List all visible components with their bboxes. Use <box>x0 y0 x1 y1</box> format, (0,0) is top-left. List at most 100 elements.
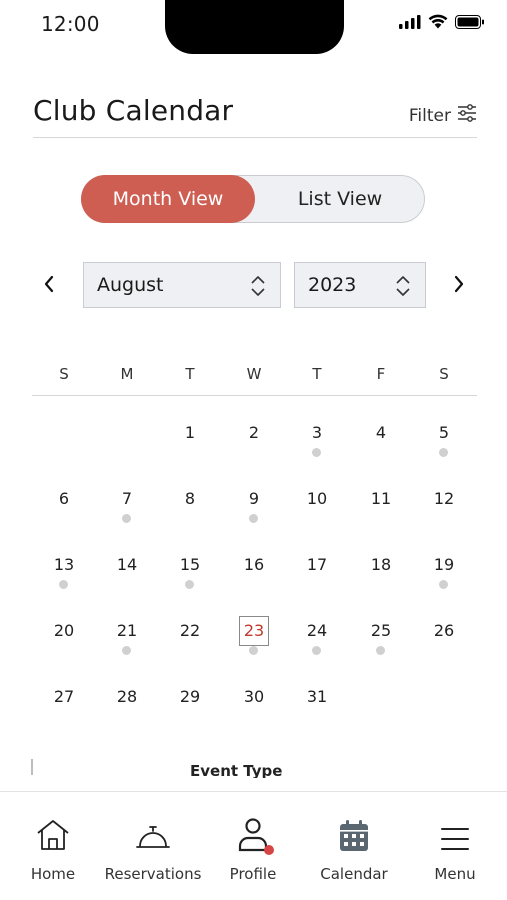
calendar-day[interactable]: 28 <box>107 686 147 708</box>
device-notch <box>165 0 344 54</box>
day-number: 30 <box>243 687 265 706</box>
day-number: 5 <box>438 423 450 442</box>
day-number: 15 <box>179 555 201 574</box>
calendar-day[interactable]: 5 <box>424 422 464 457</box>
day-number: 13 <box>53 555 75 574</box>
calendar-day[interactable]: 9 <box>234 488 274 523</box>
day-number: 14 <box>116 555 138 574</box>
day-number: 11 <box>370 489 392 508</box>
day-number: 7 <box>121 489 133 508</box>
next-month-button[interactable] <box>445 272 473 300</box>
tab-home[interactable]: Home <box>3 814 103 883</box>
day-number: 23 <box>238 616 270 646</box>
event-dot <box>249 514 258 523</box>
tab-calendar[interactable]: Calendar <box>304 814 404 883</box>
calendar-day[interactable]: 15 <box>170 554 210 589</box>
day-number: 1 <box>184 423 196 442</box>
month-view-button[interactable]: Month View <box>81 175 255 223</box>
calendar-day[interactable]: 11 <box>361 488 401 510</box>
event-dot <box>59 580 68 589</box>
battery-icon <box>455 14 485 33</box>
day-number: 2 <box>248 423 260 442</box>
calendar-day[interactable]: 22 <box>170 620 210 642</box>
day-number: 10 <box>306 489 328 508</box>
event-dot <box>185 580 194 589</box>
calendar-day[interactable]: 4 <box>361 422 401 444</box>
calendar-day[interactable]: 18 <box>361 554 401 576</box>
filter-button[interactable]: Filter <box>409 104 477 127</box>
status-icons <box>399 14 485 33</box>
previous-month-button[interactable] <box>35 272 63 300</box>
calendar-day[interactable]: 25 <box>361 620 401 655</box>
weekday-header: S M T W T F S <box>32 352 477 396</box>
day-number: 28 <box>116 687 138 706</box>
calendar-day[interactable]: 6 <box>44 488 84 510</box>
event-dot <box>122 646 131 655</box>
calendar-day[interactable]: 8 <box>170 488 210 510</box>
calendar-day[interactable]: 24 <box>297 620 337 655</box>
sliders-icon <box>457 104 477 127</box>
calendar-day[interactable]: 30 <box>234 686 274 708</box>
day-number: 8 <box>184 489 196 508</box>
calendar-day[interactable]: 3 <box>297 422 337 457</box>
event-type-section: Event Type <box>0 752 507 778</box>
home-icon <box>3 814 103 852</box>
day-number: 27 <box>53 687 75 706</box>
event-dot <box>249 646 258 655</box>
calendar-day[interactable]: 16 <box>234 554 274 576</box>
calendar-day[interactable]: 19 <box>424 554 464 589</box>
calendar-day[interactable]: 20 <box>44 620 84 642</box>
weekday-label: S <box>439 365 449 383</box>
calendar-day[interactable]: 26 <box>424 620 464 642</box>
calendar-day[interactable]: 17 <box>297 554 337 576</box>
profile-icon <box>203 814 303 855</box>
calendar-day[interactable]: 13 <box>44 554 84 589</box>
status-time: 12:00 <box>41 12 100 36</box>
day-number: 6 <box>58 489 70 508</box>
calendar-day[interactable]: 27 <box>44 686 84 708</box>
page-title: Club Calendar <box>33 94 234 127</box>
event-dot <box>439 448 448 457</box>
calendar-day[interactable]: 10 <box>297 488 337 510</box>
weekday-label: T <box>185 365 195 383</box>
year-select-value: 2023 <box>308 274 357 296</box>
year-select[interactable]: 2023 <box>294 262 426 308</box>
calendar-day[interactable]: 2 <box>234 422 274 444</box>
day-number: 17 <box>306 555 328 574</box>
day-number: 31 <box>306 687 328 706</box>
calendar-day[interactable]: 1 <box>170 422 210 444</box>
tab-profile[interactable]: Profile <box>203 814 303 883</box>
tab-menu[interactable]: Menu <box>405 814 505 883</box>
scroll-indicator <box>31 759 33 775</box>
day-number: 9 <box>248 489 260 508</box>
event-dot <box>312 646 321 655</box>
calendar-day-today[interactable]: 23 <box>234 616 274 655</box>
calendar-day[interactable]: 12 <box>424 488 464 510</box>
notification-badge <box>264 845 274 855</box>
list-view-button[interactable]: List View <box>255 175 425 223</box>
wifi-icon <box>428 14 448 33</box>
chevron-right-icon <box>453 275 465 297</box>
tab-label: Reservations <box>104 865 202 883</box>
calendar-day[interactable]: 21 <box>107 620 147 655</box>
calendar-day[interactable]: 7 <box>107 488 147 523</box>
day-number: 16 <box>243 555 265 574</box>
calendar-day[interactable]: 29 <box>170 686 210 708</box>
month-select[interactable]: August <box>83 262 281 308</box>
select-chevron-icon <box>393 274 413 303</box>
tab-label: Profile <box>229 865 277 883</box>
event-dot <box>376 646 385 655</box>
event-dot <box>439 580 448 589</box>
tab-reservations[interactable]: Reservations <box>103 814 203 883</box>
tab-label: Calendar <box>320 865 388 883</box>
weekday-label: F <box>376 365 386 383</box>
day-number: 25 <box>370 621 392 640</box>
day-number: 3 <box>311 423 323 442</box>
weekday-label: W <box>246 365 262 383</box>
day-number: 26 <box>433 621 455 640</box>
calendar-day[interactable]: 14 <box>107 554 147 576</box>
calendar-day[interactable]: 31 <box>297 686 337 708</box>
day-number: 12 <box>433 489 455 508</box>
signal-icon <box>399 14 421 33</box>
tab-bar: Home Reservations Profile Calendar Menu <box>0 791 507 900</box>
